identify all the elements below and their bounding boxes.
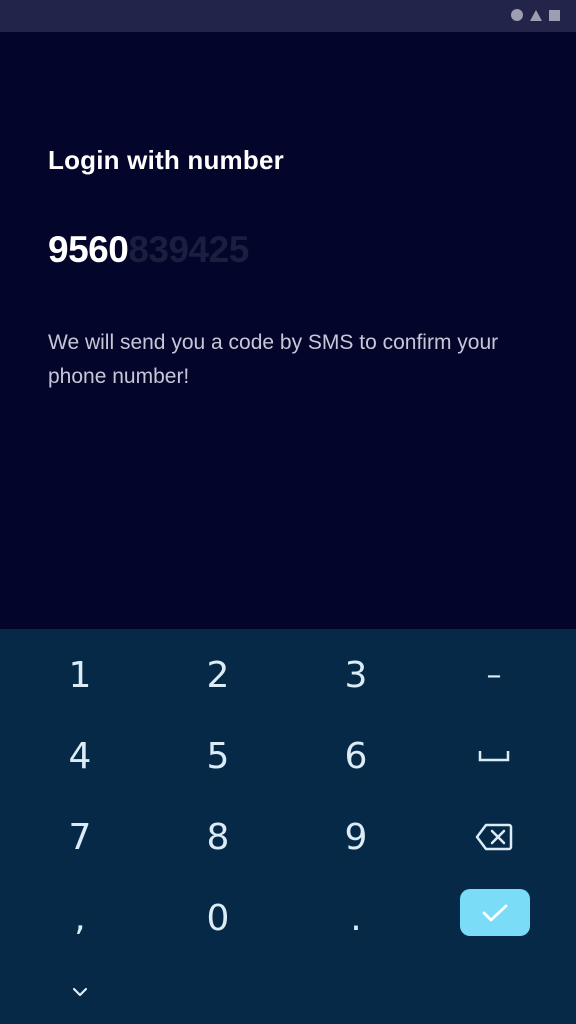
key-4[interactable]: 4 (11, 716, 149, 796)
status-bar (0, 0, 576, 32)
backspace-icon (475, 823, 513, 851)
key-8[interactable]: 8 (149, 797, 287, 877)
key-5[interactable]: 5 (149, 716, 287, 796)
key-2[interactable]: 2 (149, 635, 287, 715)
key-3[interactable]: 3 (287, 635, 425, 715)
key-backspace[interactable] (425, 797, 563, 877)
key-0[interactable]: 0 (149, 878, 287, 958)
key-6[interactable]: 6 (287, 716, 425, 796)
page-title: Login with number (48, 145, 284, 175)
key-period[interactable]: . (287, 878, 425, 958)
nav-square-icon (549, 9, 560, 21)
chevron-down-icon (72, 987, 88, 997)
sms-info-text: We will send you a code by SMS to confir… (48, 331, 499, 388)
numeric-keyboard: 1 2 3 – 4 5 6 7 8 9 , 0 . (0, 629, 576, 1024)
nav-triangle-icon (530, 9, 542, 21)
enter-button[interactable] (460, 889, 530, 936)
key-space[interactable] (425, 716, 563, 796)
phone-number-input[interactable]: 9560 839425 (48, 229, 249, 271)
status-icons (511, 9, 560, 21)
space-icon (478, 751, 510, 762)
phone-number-value: 9560 (48, 229, 129, 270)
key-1[interactable]: 1 (11, 635, 149, 715)
collapse-keyboard-button[interactable] (60, 977, 100, 1007)
phone-number-placeholder: 839425 (128, 229, 249, 270)
check-icon (482, 904, 508, 921)
key-9[interactable]: 9 (287, 797, 425, 877)
login-screen: Login with number 9560 839425 We will sen… (0, 32, 576, 629)
nav-circle-icon (511, 9, 523, 21)
key-dash[interactable]: – (425, 635, 563, 715)
key-7[interactable]: 7 (11, 797, 149, 877)
key-comma[interactable]: , (11, 878, 149, 958)
